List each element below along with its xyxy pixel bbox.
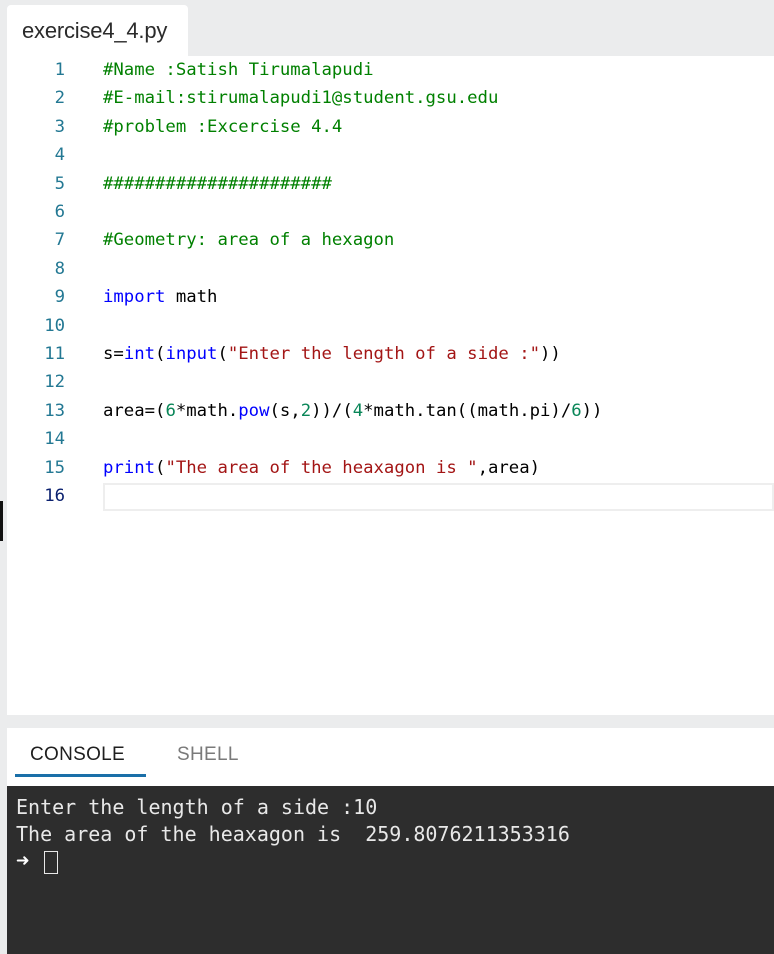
code-token: *math.tan((math.pi)/ (363, 400, 572, 421)
code-line[interactable]: 10 (7, 312, 774, 340)
line-code: #problem :Excercise 4.4 (103, 113, 342, 141)
code-line[interactable]: 5 ###################### (7, 170, 774, 198)
code-token: #Name :Satish Tirumalapudi (103, 60, 374, 80)
code-line[interactable]: 16 (7, 482, 774, 510)
line-number: 4 (54, 145, 65, 166)
line-number: 10 (44, 315, 65, 336)
code-line[interactable]: 11 s=int(input("Enter the length of a sid… (7, 340, 774, 368)
console-panel: CONSOLE SHELL Enter the length of a side… (7, 728, 774, 954)
code-line[interactable]: 12 (7, 368, 774, 396)
code-token: 2 (300, 400, 312, 421)
code-token: 6 (165, 400, 176, 421)
line-number: 2 (54, 88, 65, 109)
code-token: )) (581, 400, 603, 421)
code-line[interactable]: 8 (7, 255, 774, 283)
line-code: ###################### (103, 170, 332, 198)
code-token: ###################### (103, 173, 332, 194)
line-number: 12 (44, 372, 65, 393)
line-number: 9 (54, 287, 65, 308)
line-code: #Geometry: area of a hexagon (103, 226, 394, 254)
code-token: #Geometry: area of a hexagon (103, 230, 395, 251)
prompt-arrow-icon: ➜ (16, 849, 30, 874)
code-token: pow (238, 400, 270, 421)
code-token: ))/( (311, 400, 353, 421)
code-line[interactable]: 7 #Geometry: area of a hexagon (7, 226, 774, 254)
code-editor[interactable]: 1 #Name :Satish Tirumalapudi 2 #E-mail:stir… (7, 56, 774, 715)
console-output-line: The area of the heaxagon is 259.80762113… (16, 822, 570, 846)
console-output[interactable]: Enter the length of a side :10 The area … (7, 786, 774, 954)
code-token: "The area of the heaxagon is " (165, 457, 478, 478)
code-token: ( (155, 344, 166, 364)
code-token: input (165, 344, 218, 364)
code-token: import (103, 287, 166, 308)
code-line[interactable]: 6 (7, 198, 774, 226)
code-line[interactable]: 13 area=(6*math.pow(s,2))/(4*math.tan((ma… (7, 397, 774, 425)
code-line[interactable]: 14 (7, 425, 774, 453)
code-token: ( (155, 457, 166, 478)
line-number: 14 (44, 429, 65, 450)
code-line[interactable]: 4 (7, 141, 774, 169)
line-code: area=(6*math.pow(s,2))/(4*math.tan((math… (103, 397, 602, 425)
code-token: "Enter the length of a side :" (227, 344, 541, 364)
code-token: int (123, 344, 156, 364)
active-tab-indicator (15, 774, 146, 777)
code-line[interactable]: 3 #problem :Excercise 4.4 (7, 113, 774, 141)
code-token: )) (540, 344, 561, 364)
console-output-line: Enter the length of a side :10 (16, 795, 378, 819)
panel-edge-marker (0, 501, 3, 541)
code-token: ,area) (477, 457, 541, 478)
code-line[interactable]: 2 #E-mail:stirumalapudi1@student.gsu.edu (7, 84, 774, 112)
code-token: math (165, 287, 218, 308)
code-token: print (103, 457, 156, 478)
line-number: 16 (44, 486, 65, 506)
line-number: 1 (54, 60, 65, 80)
tab-shell[interactable]: SHELL (177, 744, 239, 766)
line-number: 3 (54, 116, 65, 137)
editor-tab-strip: exercise4_4.py (0, 0, 774, 58)
line-code: #Name :Satish Tirumalapudi (103, 56, 374, 84)
code-token: *math. (175, 400, 239, 421)
code-token: 4 (352, 400, 364, 421)
line-code: #E-mail:stirumalapudi1@student.gsu.edu (103, 84, 498, 112)
console-prompt[interactable]: ➜ (16, 848, 774, 876)
line-code: print("The area of the heaxagon is ",are… (103, 454, 540, 482)
line-number: 15 (44, 457, 65, 478)
code-token: 6 (571, 400, 582, 421)
line-number: 8 (54, 258, 65, 279)
file-tab[interactable]: exercise4_4.py (7, 5, 188, 58)
code-token: s= (103, 344, 124, 364)
console-tab-bar: CONSOLE SHELL (7, 728, 774, 786)
code-token: area=( (103, 400, 166, 421)
tab-console[interactable]: CONSOLE (30, 744, 125, 766)
code-line[interactable]: 15 print("The area of the heaxagon is ",a… (7, 454, 774, 482)
code-line[interactable]: 1 #Name :Satish Tirumalapudi (7, 56, 774, 84)
code-token: ( (217, 344, 228, 364)
line-number: 5 (54, 173, 65, 194)
line-number: 11 (44, 344, 65, 364)
line-number: 6 (54, 202, 65, 222)
line-code: s=int(input("Enter the length of a side … (103, 340, 561, 368)
text-cursor (44, 850, 58, 874)
line-number: 7 (54, 230, 65, 251)
code-token: #E-mail:stirumalapudi1@student.gsu.edu (103, 88, 499, 109)
code-token: (s, (269, 400, 301, 421)
code-line[interactable]: 9 import math (7, 283, 774, 311)
code-token: #problem :Excercise 4.4 (103, 116, 343, 137)
line-number: 13 (44, 400, 65, 421)
line-code: import math (103, 283, 217, 311)
